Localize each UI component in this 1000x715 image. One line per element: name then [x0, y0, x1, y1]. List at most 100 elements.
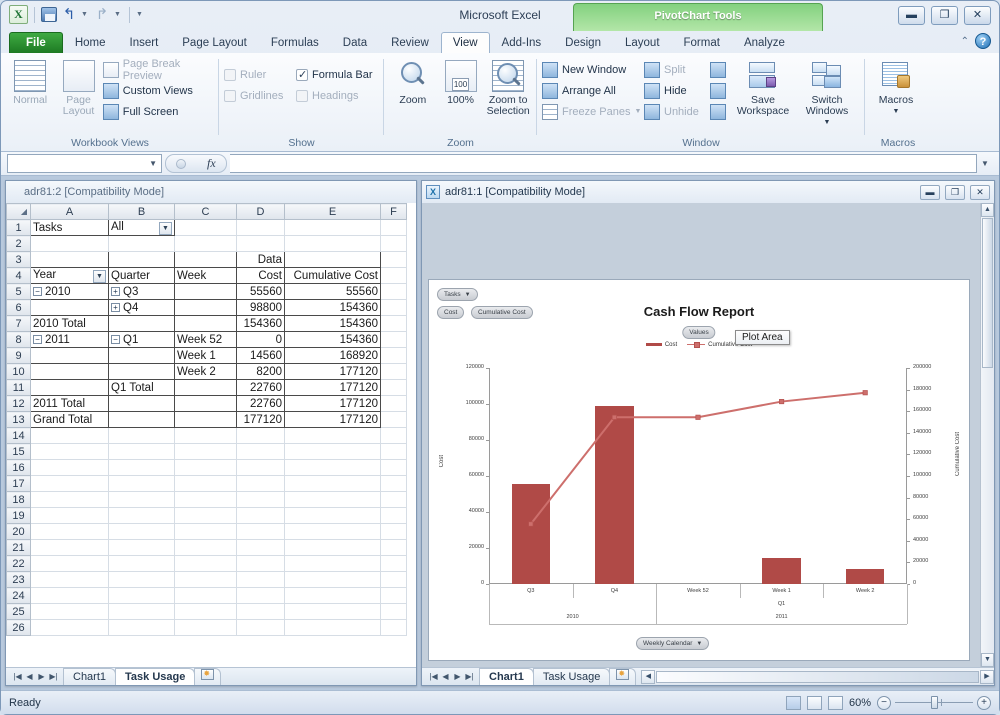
macros-button[interactable]: Macros ▼ — [870, 58, 922, 117]
chart-canvas[interactable]: Tasks ▼ Cost Cumulative Cost Weekly Cale… — [422, 203, 980, 667]
page-break-preview-button[interactable]: Page Break Preview — [102, 58, 214, 82]
close-button[interactable]: ✕ — [964, 6, 991, 25]
cell-D19[interactable] — [236, 507, 285, 524]
cell-A5[interactable]: −2010 — [30, 283, 109, 300]
switch-windows-dropdown-icon[interactable]: ▼ — [824, 117, 831, 128]
cell-F10[interactable] — [380, 363, 407, 380]
cell-F9[interactable] — [380, 347, 407, 364]
table-row[interactable]: 5−2010 + Q3 55560 55560 — [6, 283, 407, 300]
name-box[interactable]: ▼ — [7, 154, 162, 173]
h-scroll-thumb[interactable] — [656, 670, 979, 683]
cell-F1[interactable] — [380, 219, 407, 236]
cell-B4[interactable]: Quarter — [108, 267, 175, 284]
column-header-b[interactable]: B — [108, 203, 175, 220]
cell-A15[interactable] — [30, 443, 109, 460]
table-row[interactable]: 10 Week 2 8200 177120 — [6, 363, 407, 380]
cell-E13[interactable]: 177120 — [284, 411, 381, 428]
cell-E6[interactable]: 154360 — [284, 299, 381, 316]
cell-B6[interactable]: + Q4 — [108, 299, 175, 316]
help-icon[interactable]: ? — [975, 33, 991, 49]
normal-view-icon[interactable] — [785, 695, 801, 710]
table-row[interactable]: 6 + Q4 98800 154360 — [6, 299, 407, 316]
freeze-panes-dropdown-icon[interactable]: ▼ — [634, 108, 641, 115]
table-row[interactable]: 17 — [6, 475, 407, 492]
cell-E12[interactable]: 177120 — [284, 395, 381, 412]
cell-A3[interactable] — [30, 251, 109, 268]
cell-F15[interactable] — [380, 443, 407, 460]
cell-D5[interactable]: 55560 — [236, 283, 285, 300]
tab-view[interactable]: View — [440, 32, 490, 53]
chart-minimize-button[interactable]: ▬ — [920, 184, 940, 200]
cell-B18[interactable] — [108, 491, 175, 508]
zoom-in-button[interactable]: + — [977, 695, 991, 710]
table-row[interactable]: 14 — [6, 427, 407, 444]
column-header-c[interactable]: C — [174, 203, 237, 220]
cell-A8[interactable]: −2011 — [30, 331, 109, 348]
cell-F24[interactable] — [380, 587, 407, 604]
tab-add-ins[interactable]: Add-Ins — [490, 32, 554, 53]
collapse-icon[interactable]: − — [33, 286, 42, 296]
cell-A9[interactable] — [30, 347, 109, 364]
cell-E10[interactable]: 177120 — [284, 363, 381, 380]
cell-D24[interactable] — [236, 587, 285, 604]
headings-checkbox-row[interactable]: Headings — [296, 86, 373, 105]
table-row[interactable]: 7 2010 Total 154360 154360 — [6, 315, 407, 332]
cell-B9[interactable] — [108, 347, 175, 364]
table-row[interactable]: 12 2011 Total 22760 177120 — [6, 395, 407, 412]
cell-A13[interactable]: Grand Total — [30, 411, 109, 428]
chevron-down-icon[interactable]: ▼ — [696, 638, 702, 650]
cell-C14[interactable] — [174, 427, 237, 444]
reset-window-position-button[interactable] — [710, 102, 726, 121]
scroll-right-icon[interactable]: ▶ — [980, 669, 994, 684]
scroll-down-icon[interactable]: ▼ — [981, 653, 994, 667]
cell-C3[interactable] — [174, 251, 237, 268]
expand-icon[interactable]: + — [111, 286, 120, 296]
cell-C2[interactable] — [174, 235, 237, 252]
cell-A12[interactable]: 2011 Total — [30, 395, 109, 412]
zoom-button[interactable]: Zoom — [389, 58, 437, 106]
prev-sheet-icon[interactable]: ◀ — [24, 672, 35, 681]
insert-worksheet-button[interactable] — [609, 666, 637, 685]
formula-input[interactable] — [230, 154, 977, 173]
chart-vertical-scrollbar[interactable]: ▲ ▼ — [980, 203, 994, 667]
cell-D20[interactable] — [236, 523, 285, 540]
cell-E21[interactable] — [284, 539, 381, 556]
cell-F3[interactable] — [380, 251, 407, 268]
cell-E5[interactable]: 55560 — [284, 283, 381, 300]
pivot-axis-field-button[interactable]: Weekly Calendar ▼ — [636, 637, 710, 650]
cell-E17[interactable] — [284, 475, 381, 492]
table-row[interactable]: 20 — [6, 523, 407, 540]
gridlines-checkbox-row[interactable]: Gridlines — [224, 86, 296, 105]
cell-F23[interactable] — [380, 571, 407, 588]
cell-C23[interactable] — [174, 571, 237, 588]
filter-dropdown-icon[interactable]: ▼ — [93, 269, 106, 283]
cell-F19[interactable] — [380, 507, 407, 524]
zoom-track[interactable] — [895, 696, 973, 709]
cancel-icon[interactable] — [176, 158, 187, 169]
cell-B26[interactable] — [108, 619, 175, 636]
row-header[interactable]: 1 — [6, 219, 31, 236]
cell-E25[interactable] — [284, 603, 381, 620]
page-break-preview-icon[interactable] — [827, 695, 843, 710]
cell-A25[interactable] — [30, 603, 109, 620]
expand-icon[interactable]: + — [111, 302, 120, 312]
cell-D17[interactable] — [236, 475, 285, 492]
cell-B17[interactable] — [108, 475, 175, 492]
column-header-a[interactable]: A — [30, 203, 109, 220]
table-row[interactable]: 19 — [6, 507, 407, 524]
cell-A2[interactable] — [30, 235, 109, 252]
cell-E11[interactable]: 177120 — [284, 379, 381, 396]
cell-D18[interactable] — [236, 491, 285, 508]
row-header[interactable]: 24 — [6, 587, 31, 604]
row-header[interactable]: 25 — [6, 603, 31, 620]
cell-F25[interactable] — [380, 603, 407, 620]
collapse-icon[interactable]: − — [33, 334, 42, 344]
tab-file[interactable]: File — [9, 32, 63, 53]
zoom-slider[interactable]: − + — [877, 695, 991, 710]
cell-F13[interactable] — [380, 411, 407, 428]
sheet-tab-chart1[interactable]: Chart1 — [63, 668, 117, 685]
cell-B11[interactable]: Q1 Total — [108, 379, 175, 396]
cell-B22[interactable] — [108, 555, 175, 572]
cell-C24[interactable] — [174, 587, 237, 604]
custom-views-button[interactable]: Custom Views — [102, 81, 214, 100]
